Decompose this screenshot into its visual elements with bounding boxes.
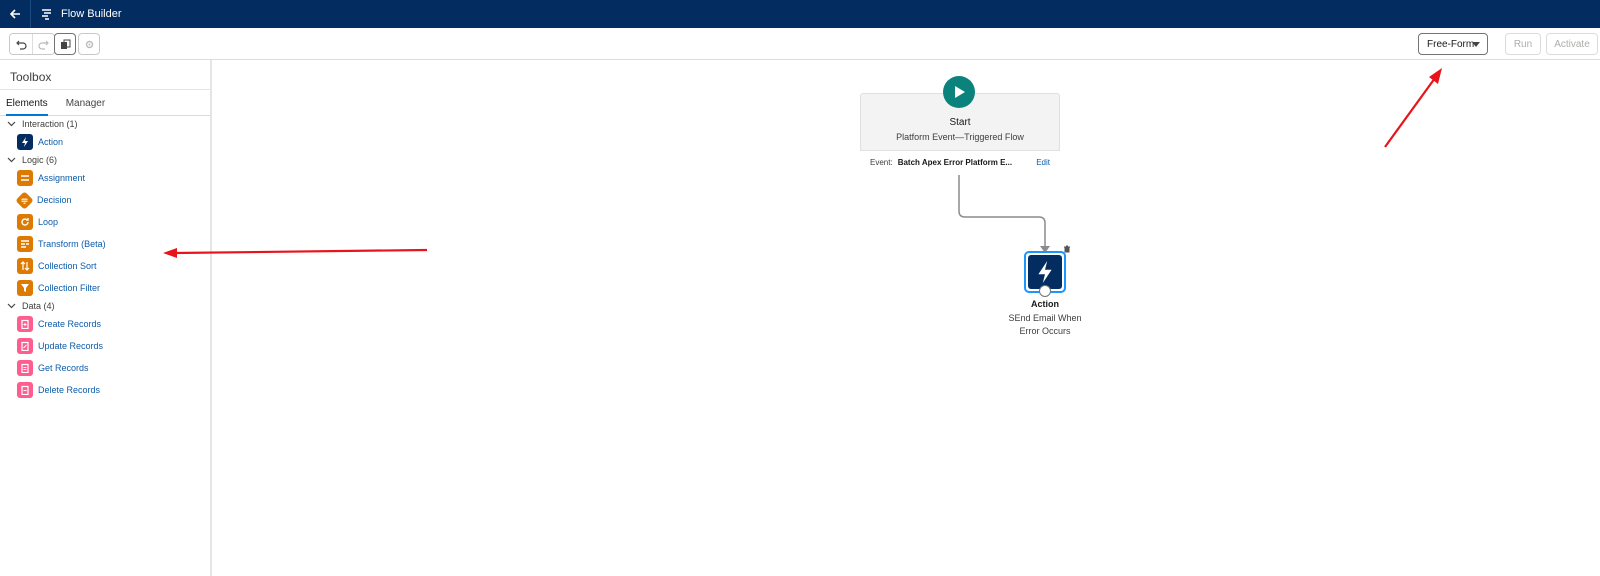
element-label: Decision — [37, 195, 72, 205]
start-subtitle: Platform Event—Triggered Flow — [896, 132, 1024, 142]
element-delete-records[interactable]: Delete Records — [0, 379, 210, 401]
lightning-icon — [17, 134, 33, 150]
action-title: Action — [1031, 299, 1059, 309]
edit-link[interactable]: Edit — [1036, 158, 1050, 167]
element-label: Collection Sort — [38, 261, 97, 271]
activate-label: Activate — [1554, 38, 1590, 50]
trash-icon[interactable] — [1063, 245, 1071, 253]
sort-icon — [17, 258, 33, 274]
tab-manager[interactable]: Manager — [66, 90, 105, 116]
layout-mode-value: Free-Form — [1427, 38, 1475, 50]
toolbox-panel: Toolbox Elements Manager Interaction (1)… — [0, 60, 212, 576]
assignment-icon — [17, 170, 33, 186]
copy-button[interactable] — [54, 33, 76, 55]
toolbar: Free-Form Run Activate — [0, 28, 1600, 60]
app-header: Flow Builder — [0, 0, 1600, 28]
element-collection-sort[interactable]: Collection Sort — [0, 255, 210, 277]
activate-button[interactable]: Activate — [1546, 33, 1598, 55]
undo-redo-group — [9, 33, 55, 55]
run-button[interactable]: Run — [1505, 33, 1541, 55]
section-label: Data (4) — [22, 301, 55, 311]
toolbox-tabs: Elements Manager — [0, 90, 210, 116]
back-arrow-icon — [9, 9, 20, 19]
start-title: Start — [949, 117, 971, 128]
section-interaction[interactable]: Interaction (1) — [0, 117, 210, 131]
element-label: Collection Filter — [38, 283, 101, 293]
undo-button[interactable] — [10, 34, 32, 54]
element-transform[interactable]: Transform (Beta) — [0, 233, 210, 255]
transform-icon — [17, 236, 33, 252]
app-title: Flow Builder — [61, 8, 122, 20]
chevron-down-icon — [7, 303, 16, 309]
run-label: Run — [1513, 38, 1533, 50]
get-records-icon — [17, 360, 33, 376]
decision-icon — [15, 190, 34, 210]
update-records-icon — [17, 338, 33, 354]
delete-records-icon — [17, 382, 33, 398]
element-label: Get Records — [38, 363, 89, 373]
section-label: Logic (6) — [22, 155, 58, 165]
flow-icon — [42, 9, 51, 20]
undo-icon — [15, 40, 27, 50]
start-play-icon — [943, 76, 975, 108]
element-label: Action — [38, 137, 64, 147]
lightning-icon — [1028, 255, 1062, 289]
chevron-down-icon — [7, 121, 16, 127]
element-label: Create Records — [38, 319, 102, 329]
element-loop[interactable]: Loop — [0, 211, 210, 233]
element-update-records[interactable]: Update Records — [0, 335, 210, 357]
gear-icon — [85, 40, 93, 48]
copy-icon — [60, 39, 70, 49]
layout-mode-select[interactable]: Free-Form — [1418, 33, 1488, 55]
chevron-down-icon — [1472, 42, 1480, 47]
event-key: Event: — [870, 157, 893, 167]
element-label: Update Records — [38, 341, 104, 351]
section-logic[interactable]: Logic (6) — [0, 153, 210, 167]
tab-elements[interactable]: Elements — [6, 90, 48, 116]
chevron-down-icon — [7, 157, 16, 163]
section-data[interactable]: Data (4) — [0, 299, 210, 313]
toolbox-title: Toolbox — [0, 60, 210, 90]
connector-node[interactable] — [1039, 285, 1051, 297]
element-collection-filter[interactable]: Collection Filter — [0, 277, 210, 299]
redo-icon — [38, 40, 49, 50]
element-label: Assignment — [38, 173, 86, 183]
redo-button[interactable] — [32, 34, 54, 54]
element-label: Transform (Beta) — [38, 239, 106, 249]
element-assignment[interactable]: Assignment — [0, 167, 210, 189]
create-records-icon — [17, 316, 33, 332]
section-label: Interaction (1) — [22, 119, 78, 129]
element-get-records[interactable]: Get Records — [0, 357, 210, 379]
element-create-records[interactable]: Create Records — [0, 313, 210, 335]
element-label: Delete Records — [38, 385, 101, 395]
event-value: Batch Apex Error Platform E... — [897, 157, 1013, 167]
element-decision[interactable]: Decision — [0, 189, 210, 211]
element-action[interactable]: Action — [0, 131, 210, 153]
loop-icon — [17, 214, 33, 230]
action-description: SEnd Email When Error Occurs — [1008, 313, 1082, 336]
app-brand: Flow Builder — [41, 8, 122, 20]
start-event-row: Event: Batch Apex Error Platform E... Ed… — [860, 150, 1060, 173]
back-button[interactable] — [0, 0, 30, 28]
element-label: Loop — [38, 217, 59, 227]
settings-button[interactable] — [78, 33, 100, 55]
filter-icon — [17, 280, 33, 296]
header-divider — [30, 0, 31, 28]
